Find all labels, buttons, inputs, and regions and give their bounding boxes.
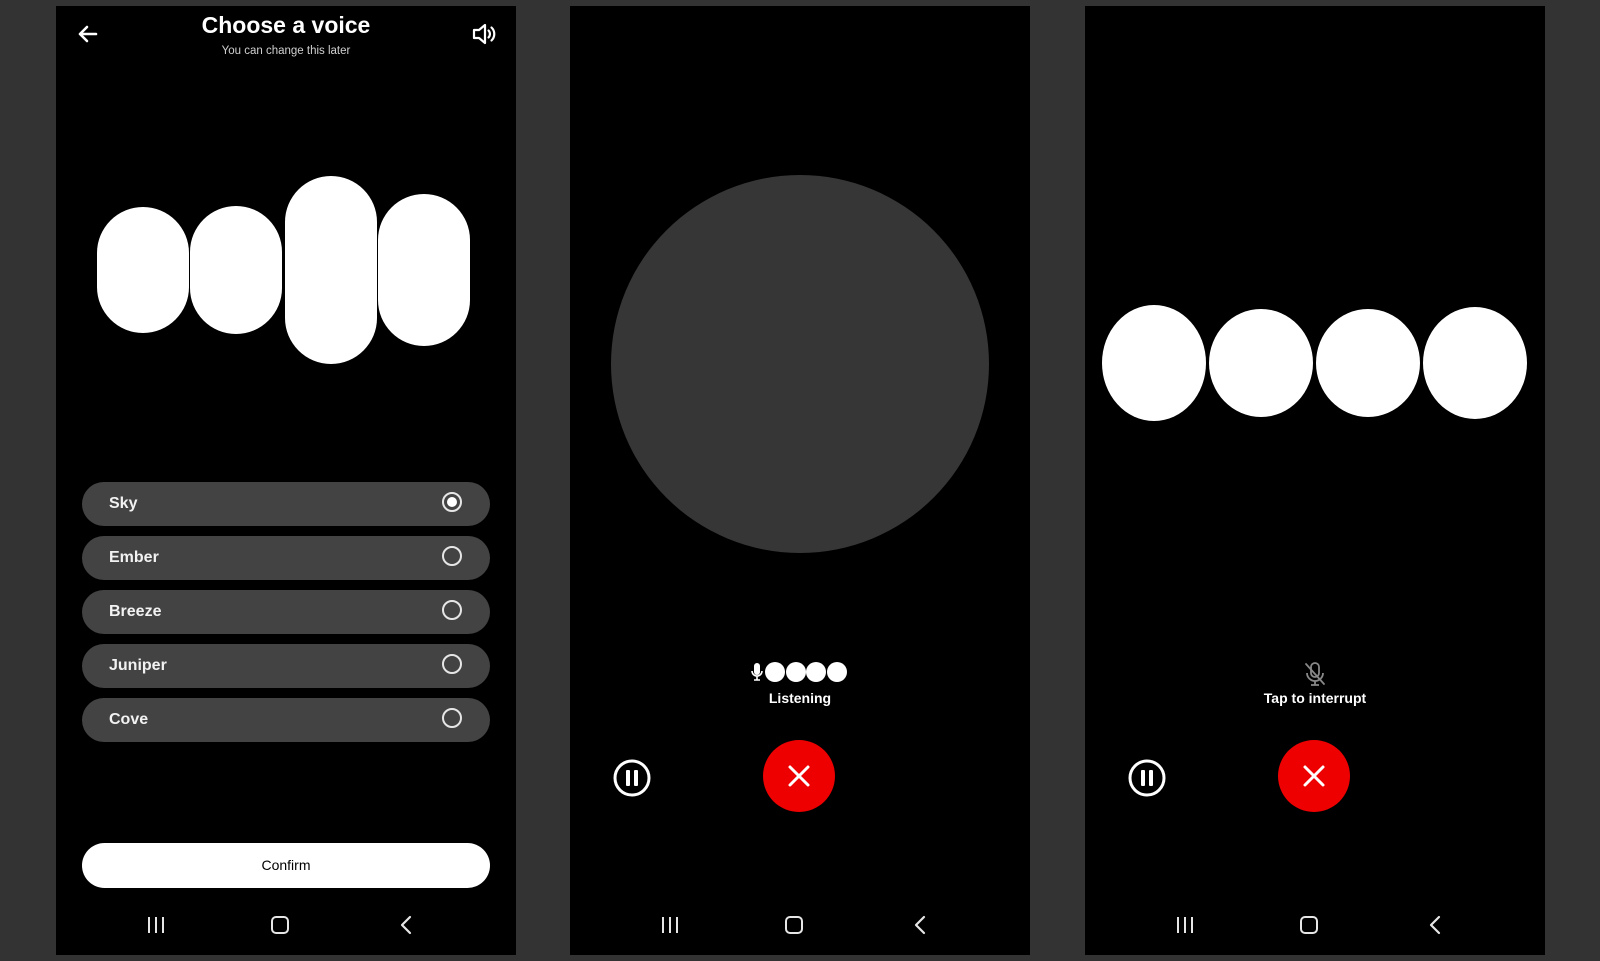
page-title: Choose a voice <box>201 12 371 38</box>
radio-unselected[interactable] <box>442 546 462 566</box>
radio-unselected[interactable] <box>442 708 462 728</box>
voice-option-juniper[interactable]: Juniper <box>82 644 490 688</box>
voice-option-cove[interactable]: Cove <box>82 698 490 742</box>
voice-option-label: Breeze <box>109 603 162 620</box>
end-session-button[interactable] <box>763 740 835 812</box>
system-navbar <box>570 900 1030 955</box>
speaker-icon[interactable] <box>470 20 498 48</box>
recent-apps-icon[interactable] <box>144 914 168 936</box>
visualizer-pill <box>190 206 282 334</box>
pause-button[interactable] <box>612 758 652 798</box>
listening-screen: Listening <box>570 6 1030 955</box>
visualizer-pill <box>285 176 377 364</box>
listening-indicator <box>570 660 1030 684</box>
visualizer-orb <box>1102 305 1206 421</box>
home-icon[interactable] <box>270 915 290 935</box>
radio-unselected[interactable] <box>442 600 462 620</box>
end-session-button[interactable] <box>1278 740 1350 812</box>
voice-option-label: Juniper <box>109 657 167 674</box>
visualizer-orb <box>1316 309 1420 417</box>
voice-option-label: Sky <box>109 495 138 512</box>
mic-muted-icon <box>1301 660 1329 688</box>
voice-option-ember[interactable]: Ember <box>82 536 490 580</box>
page-subtitle: You can change this later <box>221 45 351 57</box>
status-label[interactable]: Tap to interrupt <box>1085 690 1545 706</box>
recent-apps-icon[interactable] <box>658 914 682 936</box>
back-icon[interactable] <box>1425 914 1447 936</box>
close-icon <box>1303 765 1325 787</box>
close-icon <box>788 765 810 787</box>
level-dot <box>765 662 785 682</box>
home-icon[interactable] <box>784 915 804 935</box>
home-icon[interactable] <box>1299 915 1319 935</box>
status-label: Listening <box>768 690 832 706</box>
visualizer-orb <box>1423 307 1527 419</box>
pause-icon <box>613 759 651 797</box>
back-icon[interactable] <box>396 914 418 936</box>
radio-selected[interactable] <box>442 492 462 512</box>
visualizer-pill <box>97 207 189 333</box>
speaking-screen: Tap to interrupt <box>1085 6 1545 955</box>
level-dot <box>827 662 847 682</box>
system-navbar <box>56 900 516 955</box>
confirm-button[interactable]: Confirm <box>82 843 490 888</box>
visualizer-orb <box>1209 309 1313 417</box>
voice-option-label: Cove <box>109 711 149 728</box>
mic-icon <box>750 660 764 684</box>
pause-icon <box>1128 759 1166 797</box>
system-navbar <box>1085 900 1545 955</box>
level-dot <box>806 662 826 682</box>
radio-unselected[interactable] <box>442 654 462 674</box>
voice-option-label: Ember <box>109 549 159 566</box>
back-icon[interactable] <box>910 914 932 936</box>
recent-apps-icon[interactable] <box>1173 914 1197 936</box>
voice-option-sky[interactable]: Sky <box>82 482 490 526</box>
voice-orb <box>611 175 989 553</box>
level-dot <box>786 662 806 682</box>
voice-option-breeze[interactable]: Breeze <box>82 590 490 634</box>
voice-picker-screen: Choose a voice You can change this later… <box>56 6 516 955</box>
visualizer-pill <box>378 194 470 346</box>
pause-button[interactable] <box>1127 758 1167 798</box>
